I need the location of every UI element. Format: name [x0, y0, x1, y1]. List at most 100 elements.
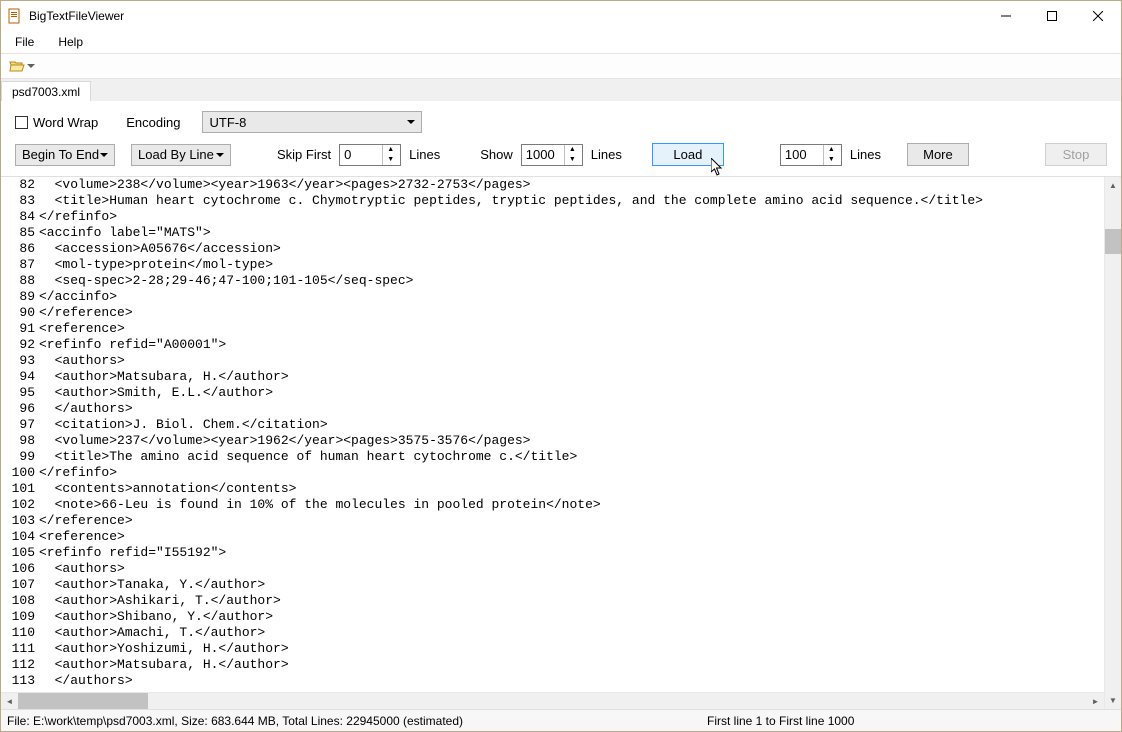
- text-line[interactable]: 107 <author>Tanaka, Y.</author>: [1, 577, 1104, 593]
- line-number: 102: [1, 497, 39, 513]
- text-line[interactable]: 83 <title>Human heart cytochrome c. Chym…: [1, 193, 1104, 209]
- load-button-label: Load: [673, 147, 702, 162]
- show-label: Show: [480, 147, 513, 162]
- scroll-up-icon[interactable]: ▲: [1105, 177, 1121, 194]
- vscroll-track[interactable]: [1105, 194, 1121, 692]
- open-file-button[interactable]: [7, 56, 37, 76]
- text-line[interactable]: 103</reference>: [1, 513, 1104, 529]
- file-tab[interactable]: psd7003.xml: [1, 81, 91, 102]
- line-number: 93: [1, 353, 39, 369]
- folder-open-icon: [9, 58, 25, 74]
- more-count-input[interactable]: ▲▼: [780, 144, 842, 166]
- status-left: File: E:\work\temp\psd7003.xml, Size: 68…: [7, 714, 707, 728]
- text-line[interactable]: 87 <mol-type>protein</mol-type>: [1, 257, 1104, 273]
- app-icon: [7, 8, 23, 24]
- show-input[interactable]: ▲▼: [521, 144, 583, 166]
- line-number: 92: [1, 337, 39, 353]
- text-line[interactable]: 93 <authors>: [1, 353, 1104, 369]
- horizontal-scrollbar[interactable]: ◄ ►: [1, 692, 1104, 709]
- scroll-left-icon[interactable]: ◄: [1, 693, 18, 709]
- encoding-label: Encoding: [126, 115, 180, 130]
- scroll-down-icon[interactable]: ▼: [1105, 692, 1121, 709]
- text-line[interactable]: 95 <author>Smith, E.L.</author>: [1, 385, 1104, 401]
- line-number: 100: [1, 465, 39, 481]
- stop-button[interactable]: Stop: [1045, 143, 1107, 166]
- spin-up-icon[interactable]: ▲: [824, 145, 839, 155]
- text-line[interactable]: 98 <volume>237</volume><year>1962</year>…: [1, 433, 1104, 449]
- spin-down-icon[interactable]: ▼: [565, 155, 580, 165]
- skip-first-input[interactable]: ▲▼: [339, 144, 401, 166]
- line-number: 82: [1, 177, 39, 193]
- line-content: <authors>: [39, 353, 1104, 369]
- text-line[interactable]: 85<accinfo label="MATS">: [1, 225, 1104, 241]
- text-line[interactable]: 113 </authors>: [1, 673, 1104, 689]
- text-line[interactable]: 100</refinfo>: [1, 465, 1104, 481]
- direction-select[interactable]: Begin To End: [15, 144, 115, 166]
- skip-first-value[interactable]: [340, 147, 382, 162]
- chevron-down-icon: [100, 153, 108, 157]
- more-value[interactable]: [781, 147, 823, 162]
- line-content: <note>66-Leu is found in 10% of the mole…: [39, 497, 1104, 513]
- text-line[interactable]: 91<reference>: [1, 321, 1104, 337]
- close-button[interactable]: [1075, 1, 1121, 31]
- text-line[interactable]: 101 <contents>annotation</contents>: [1, 481, 1104, 497]
- line-content: <volume>238</volume><year>1963</year><pa…: [39, 177, 1104, 193]
- minimize-button[interactable]: [983, 1, 1029, 31]
- text-line[interactable]: 102 <note>66-Leu is found in 10% of the …: [1, 497, 1104, 513]
- menubar: File Help: [1, 31, 1121, 53]
- vertical-scrollbar[interactable]: ▲ ▼: [1104, 177, 1121, 709]
- text-line[interactable]: 86 <accession>A05676</accession>: [1, 241, 1104, 257]
- hscroll-thumb[interactable]: [18, 693, 148, 709]
- text-line[interactable]: 88 <seq-spec>2-28;29-46;47-100;101-105</…: [1, 273, 1104, 289]
- more-button[interactable]: More: [907, 143, 969, 166]
- text-line[interactable]: 109 <author>Shibano, Y.</author>: [1, 609, 1104, 625]
- text-line[interactable]: 110 <author>Amachi, T.</author>: [1, 625, 1104, 641]
- line-number: 107: [1, 577, 39, 593]
- text-line[interactable]: 82 <volume>238</volume><year>1963</year>…: [1, 177, 1104, 193]
- line-content: </reference>: [39, 513, 1104, 529]
- skip-first-label: Skip First: [277, 147, 331, 162]
- spin-down-icon[interactable]: ▼: [824, 155, 839, 165]
- skip-first-unit: Lines: [409, 147, 440, 162]
- show-value[interactable]: [522, 147, 564, 162]
- text-line[interactable]: 92<refinfo refid="A00001">: [1, 337, 1104, 353]
- line-number: 99: [1, 449, 39, 465]
- text-line[interactable]: 94 <author>Matsubara, H.</author>: [1, 369, 1104, 385]
- load-button[interactable]: Load: [652, 143, 724, 166]
- line-number: 84: [1, 209, 39, 225]
- text-line[interactable]: 112 <author>Matsubara, H.</author>: [1, 657, 1104, 673]
- load-mode-select[interactable]: Load By Line: [131, 144, 231, 166]
- line-number: 86: [1, 241, 39, 257]
- hscroll-track[interactable]: [18, 693, 1087, 709]
- wordwrap-checkbox[interactable]: Word Wrap: [15, 115, 98, 130]
- text-line[interactable]: 97 <citation>J. Biol. Chem.</citation>: [1, 417, 1104, 433]
- spin-up-icon[interactable]: ▲: [565, 145, 580, 155]
- text-line[interactable]: 111 <author>Yoshizumi, H.</author>: [1, 641, 1104, 657]
- text-line[interactable]: 84</refinfo>: [1, 209, 1104, 225]
- status-right: First line 1 to First line 1000: [707, 714, 1115, 728]
- encoding-select[interactable]: UTF-8: [202, 111, 422, 133]
- text-line[interactable]: 104<reference>: [1, 529, 1104, 545]
- menu-file[interactable]: File: [11, 33, 38, 51]
- text-content[interactable]: 82 <volume>238</volume><year>1963</year>…: [1, 177, 1104, 692]
- text-line[interactable]: 89</accinfo>: [1, 289, 1104, 305]
- maximize-button[interactable]: [1029, 1, 1075, 31]
- text-line[interactable]: 90</reference>: [1, 305, 1104, 321]
- line-number: 87: [1, 257, 39, 273]
- line-number: 111: [1, 641, 39, 657]
- spin-down-icon[interactable]: ▼: [383, 155, 398, 165]
- text-line[interactable]: 99 <title>The amino acid sequence of hum…: [1, 449, 1104, 465]
- spin-up-icon[interactable]: ▲: [383, 145, 398, 155]
- text-line[interactable]: 105<refinfo refid="I55192">: [1, 545, 1104, 561]
- line-number: 113: [1, 673, 39, 689]
- wordwrap-label: Word Wrap: [33, 115, 98, 130]
- text-line[interactable]: 106 <authors>: [1, 561, 1104, 577]
- text-line[interactable]: 108 <author>Ashikari, T.</author>: [1, 593, 1104, 609]
- vscroll-thumb[interactable]: [1105, 229, 1121, 254]
- menu-help[interactable]: Help: [54, 33, 87, 51]
- scroll-right-icon[interactable]: ►: [1087, 693, 1104, 709]
- line-content: <volume>237</volume><year>1962</year><pa…: [39, 433, 1104, 449]
- text-line[interactable]: 96 </authors>: [1, 401, 1104, 417]
- line-number: 96: [1, 401, 39, 417]
- more-unit: Lines: [850, 147, 881, 162]
